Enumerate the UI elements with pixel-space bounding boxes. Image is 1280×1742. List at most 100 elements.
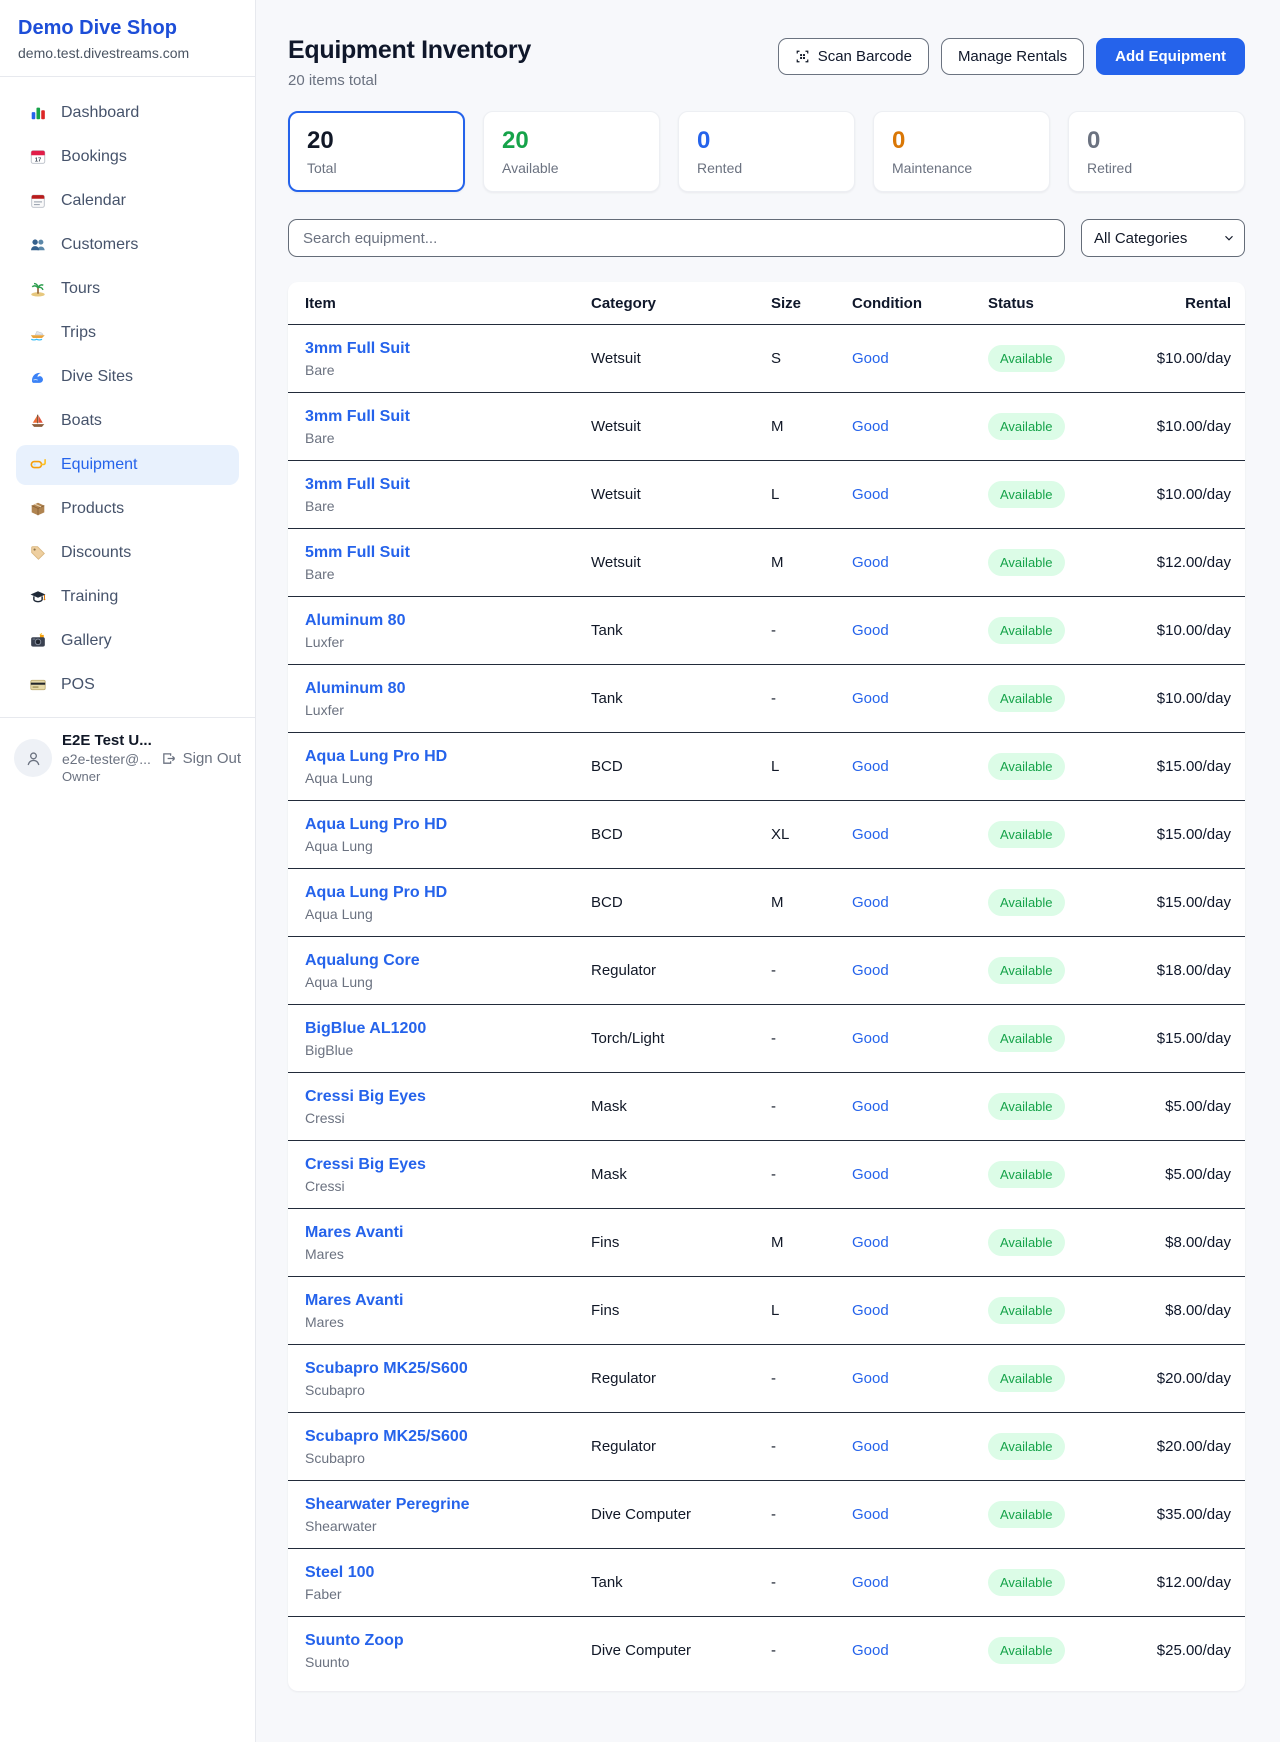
sidebar-item[interactable]: Training	[16, 577, 239, 617]
item-name-link[interactable]: 3mm Full Suit	[305, 476, 575, 494]
condition-link[interactable]: Good	[852, 826, 889, 843]
condition-link[interactable]: Good	[852, 1574, 889, 1591]
item-name-link[interactable]: 3mm Full Suit	[305, 340, 575, 358]
category-select[interactable]: All Categories	[1081, 219, 1245, 257]
package-icon	[28, 499, 48, 519]
status-badge: Available	[988, 1433, 1065, 1460]
item-name-link[interactable]: BigBlue AL1200	[305, 1020, 575, 1038]
sidebar-item[interactable]: 17 Bookings	[16, 137, 239, 177]
item-size: -	[763, 1073, 844, 1141]
table-row: 3mm Full Suit Bare Wetsuit S Good Availa…	[288, 325, 1245, 393]
search-input[interactable]	[288, 219, 1065, 257]
item-name-link[interactable]: Aqualung Core	[305, 952, 575, 970]
sidebar-item[interactable]: Dive Sites	[16, 357, 239, 397]
item-name-link[interactable]: Aluminum 80	[305, 680, 575, 698]
item-name-link[interactable]: Scubapro MK25/S600	[305, 1360, 575, 1378]
scan-barcode-button[interactable]: Scan Barcode	[778, 38, 929, 75]
item-name-link[interactable]: Steel 100	[305, 1564, 575, 1582]
column-header-item: Item	[288, 282, 583, 325]
stat-card[interactable]: 0 Rented	[678, 111, 855, 192]
sidebar-item[interactable]: Discounts	[16, 533, 239, 573]
sidebar-item-label: Equipment	[61, 456, 138, 474]
item-brand: Scubapro	[305, 1382, 575, 1398]
condition-link[interactable]: Good	[852, 622, 889, 639]
sidebar-item[interactable]: Tours	[16, 269, 239, 309]
item-category: Wetsuit	[583, 529, 763, 597]
condition-link[interactable]: Good	[852, 1166, 889, 1183]
sidebar-item[interactable]: Trips	[16, 313, 239, 353]
item-name-link[interactable]: Cressi Big Eyes	[305, 1088, 575, 1106]
status-badge: Available	[988, 1365, 1065, 1392]
table-row: 5mm Full Suit Bare Wetsuit M Good Availa…	[288, 529, 1245, 597]
sidebar-nav: Dashboard 17 Bookings Calendar Customers…	[0, 77, 255, 715]
sidebar-item[interactable]: Calendar	[16, 181, 239, 221]
condition-link[interactable]: Good	[852, 1234, 889, 1251]
palm-island-icon	[28, 279, 48, 299]
sidebar-item[interactable]: Boats	[16, 401, 239, 441]
sidebar-item[interactable]: Products	[16, 489, 239, 529]
condition-link[interactable]: Good	[852, 1506, 889, 1523]
condition-link[interactable]: Good	[852, 1438, 889, 1455]
sign-out-button[interactable]: Sign Out	[160, 750, 241, 767]
condition-link[interactable]: Good	[852, 554, 889, 571]
stat-card[interactable]: 20 Available	[483, 111, 660, 192]
item-name-link[interactable]: Aqua Lung Pro HD	[305, 748, 575, 766]
item-size: M	[763, 869, 844, 937]
condition-link[interactable]: Good	[852, 690, 889, 707]
sidebar-item-label: Dive Sites	[61, 368, 133, 386]
item-name-link[interactable]: Mares Avanti	[305, 1292, 575, 1310]
condition-link[interactable]: Good	[852, 350, 889, 367]
condition-link[interactable]: Good	[852, 418, 889, 435]
item-size: -	[763, 1617, 844, 1685]
condition-link[interactable]: Good	[852, 1030, 889, 1047]
items-total-count: 20 items total	[288, 72, 531, 89]
item-category: Mask	[583, 1141, 763, 1209]
brand-title: Demo Dive Shop	[18, 17, 237, 40]
condition-link[interactable]: Good	[852, 962, 889, 979]
status-badge: Available	[988, 345, 1065, 372]
item-name-link[interactable]: Aqua Lung Pro HD	[305, 816, 575, 834]
item-name-link[interactable]: Scubapro MK25/S600	[305, 1428, 575, 1446]
status-badge: Available	[988, 1637, 1065, 1664]
sidebar-item[interactable]: Customers	[16, 225, 239, 265]
sidebar-item-label: Trips	[61, 324, 96, 342]
add-equipment-button[interactable]: Add Equipment	[1096, 38, 1245, 75]
table-row: 3mm Full Suit Bare Wetsuit M Good Availa…	[288, 393, 1245, 461]
item-name-link[interactable]: 5mm Full Suit	[305, 544, 575, 562]
item-name-link[interactable]: 3mm Full Suit	[305, 408, 575, 426]
condition-link[interactable]: Good	[852, 1370, 889, 1387]
condition-link[interactable]: Good	[852, 894, 889, 911]
condition-link[interactable]: Good	[852, 1642, 889, 1659]
item-name-link[interactable]: Mares Avanti	[305, 1224, 575, 1242]
item-name-link[interactable]: Cressi Big Eyes	[305, 1156, 575, 1174]
manage-rentals-button[interactable]: Manage Rentals	[941, 38, 1084, 75]
sidebar-item[interactable]: POS	[16, 665, 239, 705]
item-size: M	[763, 1209, 844, 1277]
rental-price: $35.00/day	[1140, 1481, 1245, 1549]
item-category: Wetsuit	[583, 461, 763, 529]
equipment-table: Item Category Size Condition Status Rent…	[288, 282, 1245, 1685]
item-name-link[interactable]: Suunto Zoop	[305, 1632, 575, 1650]
filter-row: All Categories	[288, 219, 1245, 257]
item-name-link[interactable]: Aluminum 80	[305, 612, 575, 630]
condition-link[interactable]: Good	[852, 758, 889, 775]
stat-card[interactable]: 20 Total	[288, 111, 465, 192]
rental-price: $15.00/day	[1140, 869, 1245, 937]
condition-link[interactable]: Good	[852, 1302, 889, 1319]
sidebar-item[interactable]: Equipment	[16, 445, 239, 485]
condition-link[interactable]: Good	[852, 486, 889, 503]
sidebar-item[interactable]: Dashboard	[16, 93, 239, 133]
svg-text:17: 17	[35, 158, 42, 164]
item-name-link[interactable]: Shearwater Peregrine	[305, 1496, 575, 1514]
condition-link[interactable]: Good	[852, 1098, 889, 1115]
stat-card[interactable]: 0 Maintenance	[873, 111, 1050, 192]
stat-card[interactable]: 0 Retired	[1068, 111, 1245, 192]
item-category: Regulator	[583, 1345, 763, 1413]
sidebar-item[interactable]: Gallery	[16, 621, 239, 661]
item-brand: Aqua Lung	[305, 906, 575, 922]
item-brand: Scubapro	[305, 1450, 575, 1466]
item-name-link[interactable]: Aqua Lung Pro HD	[305, 884, 575, 902]
rental-price: $10.00/day	[1140, 665, 1245, 733]
status-badge: Available	[988, 1229, 1065, 1256]
column-header-status: Status	[980, 282, 1140, 325]
